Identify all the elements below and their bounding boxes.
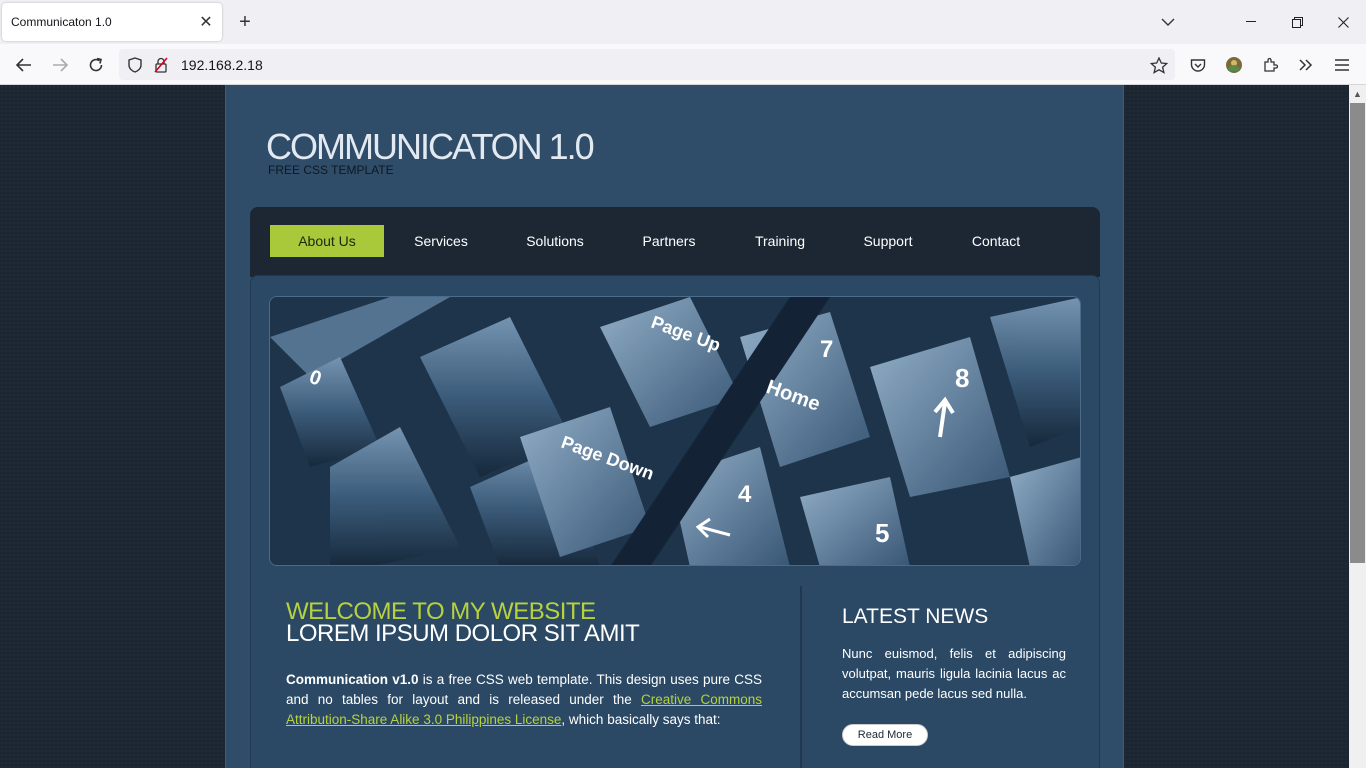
page-viewport: COMMUNICATON 1.0 FREE CSS TEMPLATE About… [0, 85, 1349, 768]
content-panel: Page Up Page Down Home 7 8 4 5 0 WELCOME… [250, 275, 1100, 768]
url-bar[interactable]: 192.168.2.18 [119, 49, 1175, 80]
menu-services[interactable]: Services [384, 225, 498, 257]
navigation-toolbar: 192.168.2.18 [0, 44, 1366, 85]
reload-icon[interactable] [81, 50, 111, 80]
menu-about-us[interactable]: About Us [270, 225, 384, 257]
minimize-icon[interactable] [1228, 0, 1274, 44]
overflow-chevrons-icon[interactable] [1291, 50, 1321, 80]
forward-icon[interactable] [45, 50, 75, 80]
site-container: COMMUNICATON 1.0 FREE CSS TEMPLATE About… [225, 85, 1124, 768]
menu-support[interactable]: Support [834, 225, 942, 257]
tab-bar: Communicaton 1.0 ✕ + [0, 0, 1366, 44]
extensions-icon[interactable] [1255, 50, 1285, 80]
insecure-lock-icon[interactable] [149, 53, 173, 77]
key-7: 7 [820, 336, 833, 363]
intro-paragraph: Communication v1.0 is a free CSS web tem… [286, 670, 762, 730]
browser-tab[interactable]: Communicaton 1.0 ✕ [2, 3, 222, 41]
news-body-text: Nunc euismod, felis et adipiscing volutp… [842, 646, 1066, 701]
read-more-button[interactable]: Read More [842, 724, 928, 746]
restore-icon[interactable] [1274, 0, 1320, 44]
scrollbar-thumb[interactable] [1350, 103, 1365, 563]
back-icon[interactable] [9, 50, 39, 80]
tab-list-icon[interactable] [1145, 0, 1191, 44]
site-logo[interactable]: COMMUNICATON 1.0 [266, 126, 595, 168]
bookmark-star-icon[interactable] [1147, 53, 1171, 77]
lorem-heading: LOREM IPSUM DOLOR SIT AMIT [286, 620, 640, 647]
hamburger-menu-icon[interactable] [1327, 50, 1357, 80]
menu-solutions[interactable]: Solutions [498, 225, 612, 257]
account-avatar-icon[interactable] [1219, 50, 1249, 80]
new-tab-icon[interactable]: + [231, 8, 259, 36]
hero-keyboard-image: Page Up Page Down Home 7 8 4 5 0 [269, 296, 1081, 566]
tab-title: Communicaton 1.0 [11, 15, 112, 29]
url-text: 192.168.2.18 [181, 57, 263, 73]
key-5: 5 [875, 518, 889, 548]
close-tab-icon[interactable]: ✕ [192, 8, 220, 36]
intro-bold-name: Communication v1.0 [286, 672, 419, 687]
menu-contact[interactable]: Contact [942, 225, 1050, 257]
vertical-scrollbar[interactable]: ▲ [1349, 85, 1366, 768]
column-divider [800, 586, 802, 768]
latest-news-heading: LATEST NEWS [842, 605, 989, 628]
scroll-up-arrow-icon[interactable]: ▲ [1349, 85, 1366, 102]
key-8: 8 [955, 363, 969, 393]
key-4: 4 [738, 481, 752, 508]
close-window-icon[interactable] [1320, 0, 1366, 44]
menu-partners[interactable]: Partners [612, 225, 726, 257]
main-menu: About Us Services Solutions Partners Tra… [250, 207, 1100, 277]
site-tagline: FREE CSS TEMPLATE [268, 163, 394, 177]
pocket-icon[interactable] [1183, 50, 1213, 80]
shield-icon[interactable] [123, 53, 147, 77]
intro-text-2: , which basically says that: [561, 712, 721, 727]
menu-training[interactable]: Training [726, 225, 834, 257]
